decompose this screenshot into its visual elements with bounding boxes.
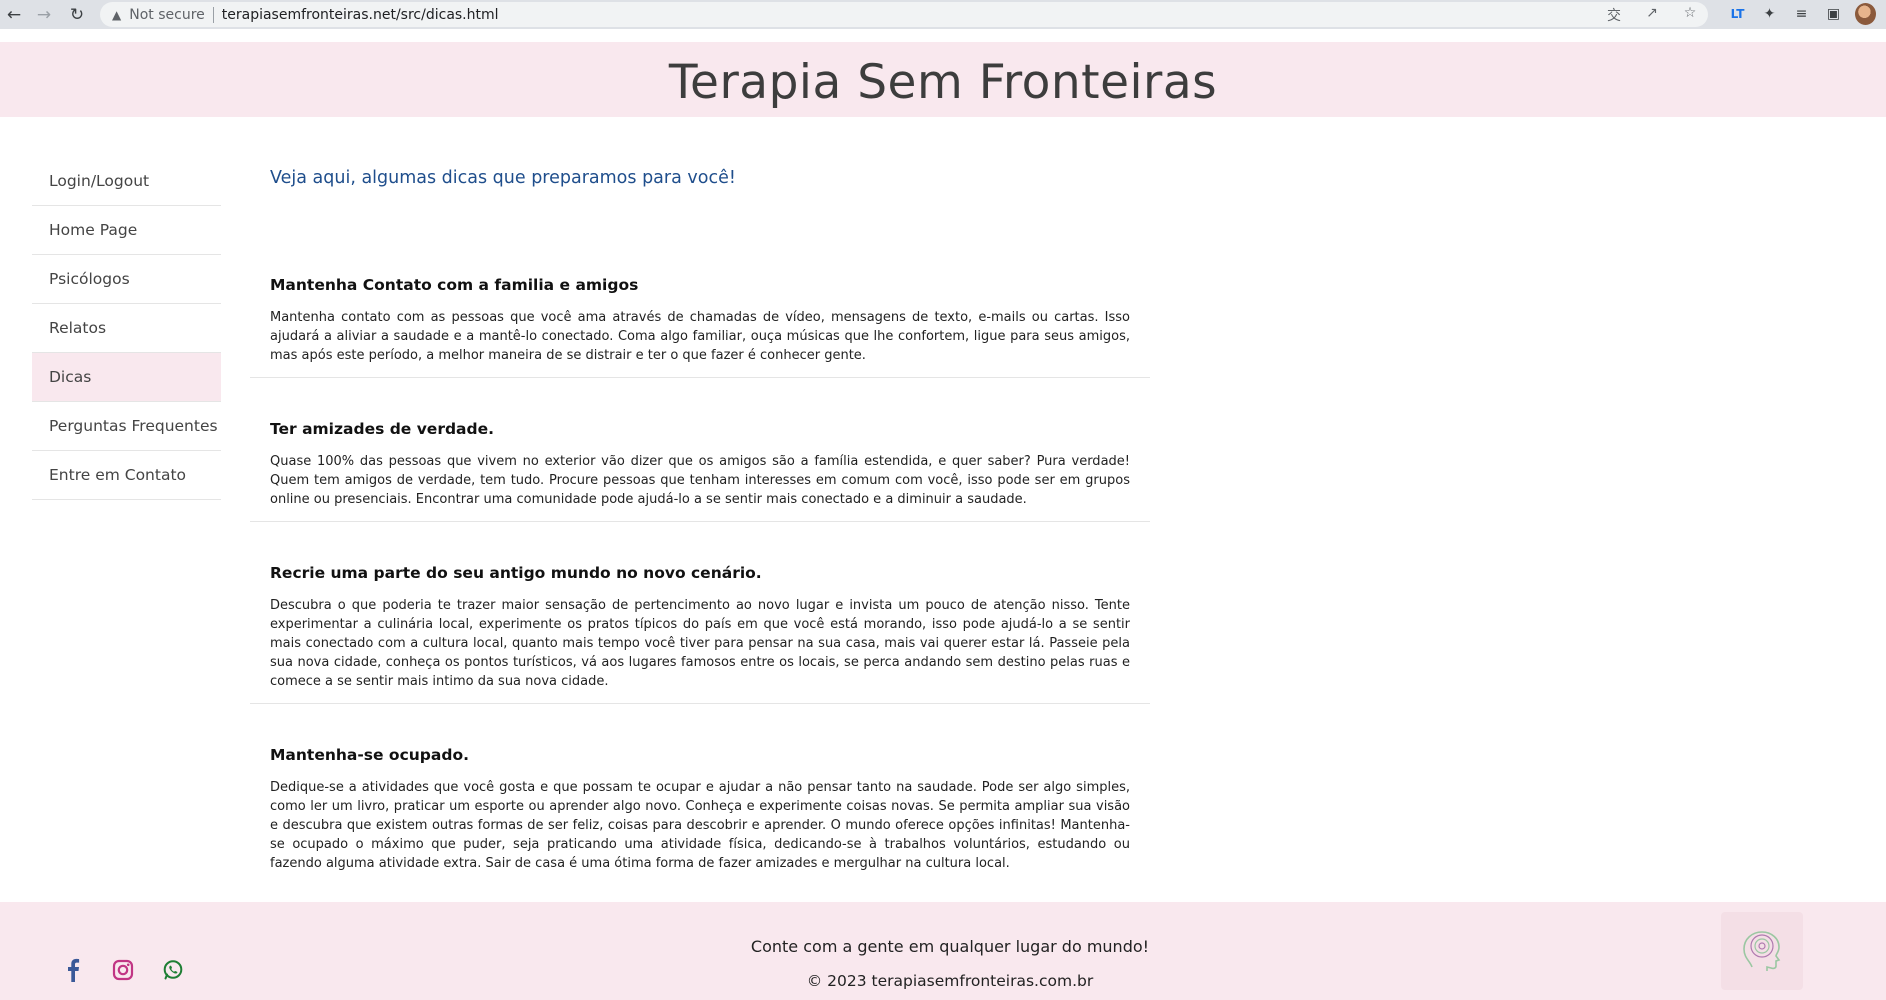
warning-icon[interactable]: ▲ — [112, 8, 121, 22]
address-bar-actions: 交 ↗ ☆ — [1602, 5, 1702, 25]
site-logo — [1721, 912, 1803, 990]
back-arrow-icon[interactable]: ← — [0, 1, 28, 29]
address-separator — [212, 6, 214, 23]
tip-text: Dedique-se a atividades que você gosta e… — [270, 780, 1130, 871]
sidebar-item-perguntas[interactable]: Perguntas Frequentes — [32, 402, 221, 451]
url-text[interactable]: terapiasemfronteiras.net/src/dicas.html — [222, 7, 499, 23]
sidebar-item-label[interactable]: Entre em Contato — [49, 466, 186, 484]
site-footer: Conte com a gente em qualquer lugar do m… — [0, 902, 1886, 1000]
tip-title: Mantenha Contato com a familia e amigos — [270, 276, 639, 294]
whatsapp-icon[interactable] — [160, 957, 186, 983]
tip-card: Ter amizades de verdade. Quase 100% das … — [250, 420, 1150, 522]
share-icon[interactable]: ↗ — [1640, 5, 1664, 25]
extension-icon[interactable]: LT — [1727, 7, 1748, 21]
site-header: Terapia Sem Fronteiras — [0, 42, 1886, 117]
sidebar-item-home[interactable]: Home Page — [32, 206, 221, 255]
sidepanel-icon[interactable]: ▣ — [1823, 6, 1844, 22]
intro-text: Veja aqui, algumas dicas que preparamos … — [270, 168, 736, 188]
tip-card: Mantenha-se ocupado. Dedique-se a ativid… — [250, 746, 1150, 885]
social-links — [60, 957, 186, 983]
sidebar-item-dicas[interactable]: Dicas — [32, 353, 221, 402]
sidebar-item-relatos[interactable]: Relatos — [32, 304, 221, 353]
footer-copyright: © 2023 terapiasemfronteiras.com.br — [806, 972, 1094, 990]
reload-icon[interactable]: ↻ — [63, 1, 91, 29]
address-bar[interactable]: ▲ Not secure terapiasemfronteiras.net/sr… — [100, 2, 1708, 27]
footer-tagline: Conte com a gente em qualquer lugar do m… — [750, 937, 1150, 956]
main-content: Veja aqui, algumas dicas que preparamos … — [250, 168, 1150, 927]
sidebar-item-label[interactable]: Perguntas Frequentes — [49, 417, 218, 435]
browser-toolbar: ← → ↻ ▲ Not secure terapiasemfronteiras.… — [0, 0, 1886, 29]
sidebar-item-login[interactable]: Login/Logout — [32, 157, 221, 206]
sidebar-item-label[interactable]: Dicas — [49, 368, 91, 386]
facebook-icon[interactable] — [60, 957, 86, 983]
tip-text: Mantenha contato com as pessoas que você… — [270, 310, 1130, 363]
sidebar-nav: Login/Logout Home Page Psicólogos Relato… — [32, 157, 221, 500]
sidebar-item-psicologos[interactable]: Psicólogos — [32, 255, 221, 304]
tip-title: Recrie uma parte do seu antigo mundo no … — [270, 564, 762, 582]
extensions-area: LT ✦ ≡ ▣ — [1727, 3, 1876, 25]
puzzle-icon[interactable]: ✦ — [1759, 6, 1780, 22]
tip-text: Descubra o que poderia te trazer maior s… — [270, 598, 1130, 689]
sidebar-item-contato[interactable]: Entre em Contato — [32, 451, 221, 500]
tip-card: Mantenha Contato com a familia e amigos … — [250, 276, 1150, 378]
not-secure-label[interactable]: Not secure — [129, 7, 205, 23]
sidebar-item-label[interactable]: Login/Logout — [49, 172, 149, 190]
tip-title: Ter amizades de verdade. — [270, 420, 495, 438]
tip-text: Quase 100% das pessoas que vivem no exte… — [270, 454, 1130, 507]
star-icon[interactable]: ☆ — [1678, 5, 1702, 25]
tip-card: Recrie uma parte do seu antigo mundo no … — [250, 564, 1150, 704]
forward-arrow-icon[interactable]: → — [30, 1, 58, 29]
sidebar-item-label[interactable]: Psicólogos — [49, 270, 130, 288]
tip-title: Mantenha-se ocupado. — [270, 746, 469, 764]
reading-list-icon[interactable]: ≡ — [1791, 6, 1812, 22]
sidebar-item-label[interactable]: Relatos — [49, 319, 106, 337]
translate-icon[interactable]: 交 — [1602, 5, 1626, 25]
instagram-icon[interactable] — [110, 957, 136, 983]
profile-avatar[interactable] — [1855, 3, 1876, 25]
sidebar-item-label[interactable]: Home Page — [49, 221, 137, 239]
site-title: Terapia Sem Fronteiras — [668, 55, 1218, 110]
